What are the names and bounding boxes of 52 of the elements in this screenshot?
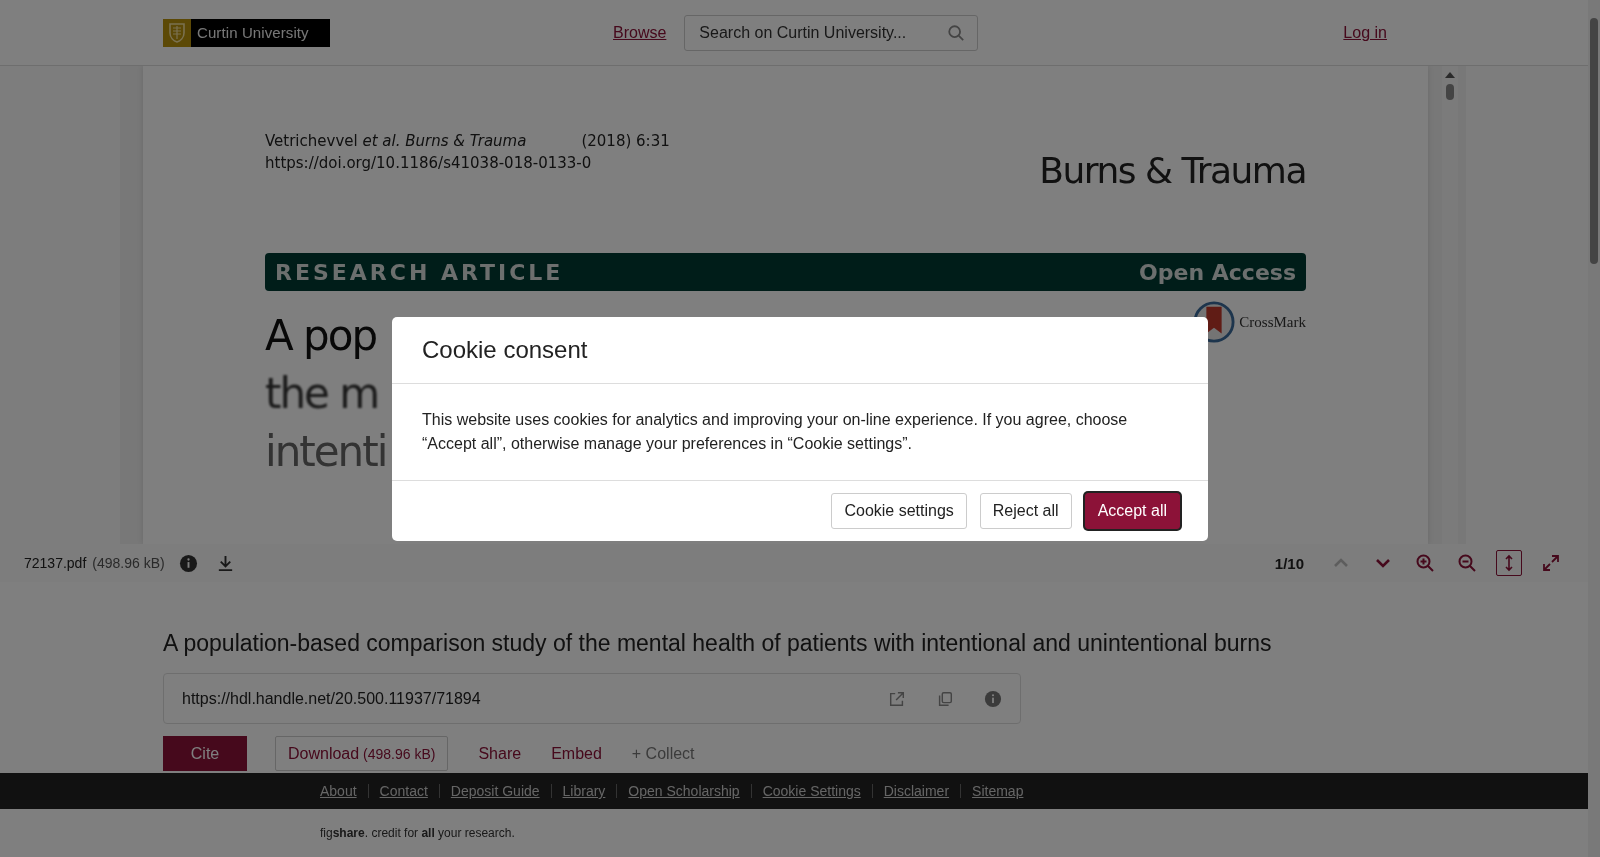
dialog-title: Cookie consent bbox=[422, 336, 588, 364]
tagline: figshare. credit for all your research. bbox=[320, 826, 515, 840]
file-size: (498.96 kB) bbox=[92, 555, 165, 571]
search-field[interactable]: Search on Curtin University... bbox=[699, 15, 948, 50]
scrollbar-thumb[interactable] bbox=[1446, 84, 1454, 100]
action-link[interactable]: Embed bbox=[537, 736, 616, 771]
footer-link[interactable]: About bbox=[320, 783, 357, 799]
footer-link[interactable]: Library bbox=[562, 783, 606, 799]
footer-link[interactable]: Sitemap bbox=[972, 783, 1024, 799]
file-name: 72137.pdf bbox=[24, 555, 87, 571]
info-icon[interactable] bbox=[984, 689, 1002, 708]
article-heading-fragment: A pop bbox=[265, 310, 377, 362]
footer-link[interactable]: Contact bbox=[379, 783, 428, 799]
footer-link[interactable]: Deposit Guide bbox=[450, 783, 540, 799]
page-scrollbar-thumb[interactable] bbox=[1590, 18, 1598, 264]
university-logo[interactable]: Curtin University bbox=[163, 18, 330, 47]
crest-icon bbox=[163, 18, 191, 47]
crossmark-label: CrossMark bbox=[1239, 313, 1306, 331]
dialog-message: This website uses cookies for analytics and improving your on-line experience. If you agree, choose “Accept all”, otherwise manage your preferences in “Cookie settings”. bbox=[422, 410, 1129, 454]
access-label: Open Access bbox=[1139, 259, 1296, 285]
fit-height-button[interactable] bbox=[1496, 550, 1522, 576]
fullscreen-icon bbox=[1541, 553, 1561, 573]
article-heading-fragment: intenti bbox=[265, 426, 387, 478]
download-button[interactable]: Download (498.96 kB) bbox=[275, 736, 449, 771]
external-link-icon[interactable] bbox=[888, 689, 906, 708]
handle-url[interactable]: https://hdl.handle.net/20.500.11937/71894 bbox=[182, 689, 858, 708]
footer-link[interactable]: Cookie Settings bbox=[762, 783, 861, 799]
journal-title: Burns & Trauma bbox=[1039, 150, 1306, 191]
dialog-button[interactable]: Cookie settings bbox=[831, 493, 967, 529]
accept-button[interactable]: Accept all bbox=[1084, 493, 1180, 529]
article-heading-fragment: the m bbox=[265, 368, 379, 420]
article-title: A population-based comparison study of the mental health of patients with intentional and unintentional burns bbox=[163, 630, 1273, 657]
action-link[interactable]: + Collect bbox=[617, 736, 709, 771]
page-counter: 1/10 bbox=[1274, 554, 1304, 572]
zoom-out-icon bbox=[1457, 553, 1477, 573]
info-icon[interactable] bbox=[178, 553, 198, 573]
zoom-in-icon bbox=[1415, 553, 1435, 573]
dialog-button[interactable]: Reject all bbox=[979, 493, 1072, 529]
citation-text: Vetrichevvel et al. Burns & Trauma bbox=[265, 132, 527, 150]
login-link[interactable]: Log in bbox=[1343, 23, 1387, 42]
footer-link[interactable]: Disclaimer bbox=[883, 783, 950, 799]
article-type: RESEARCH ARTICLE bbox=[275, 259, 564, 285]
doi-text: https://doi.org/10.1186/s41038-018-0133-0 bbox=[265, 154, 592, 172]
search-box[interactable]: Search on Curtin University... bbox=[684, 14, 979, 51]
footer-link[interactable]: Open Scholarship bbox=[628, 783, 740, 799]
cite-button[interactable]: Cite bbox=[163, 736, 247, 771]
citation-year: (2018) 6:31 bbox=[581, 132, 670, 150]
search-icon[interactable] bbox=[947, 23, 966, 42]
scroll-up-arrow-icon[interactable] bbox=[1445, 72, 1455, 78]
copy-icon[interactable] bbox=[936, 689, 954, 708]
browse-link[interactable]: Browse bbox=[613, 23, 667, 42]
action-link[interactable]: Share bbox=[464, 736, 536, 771]
